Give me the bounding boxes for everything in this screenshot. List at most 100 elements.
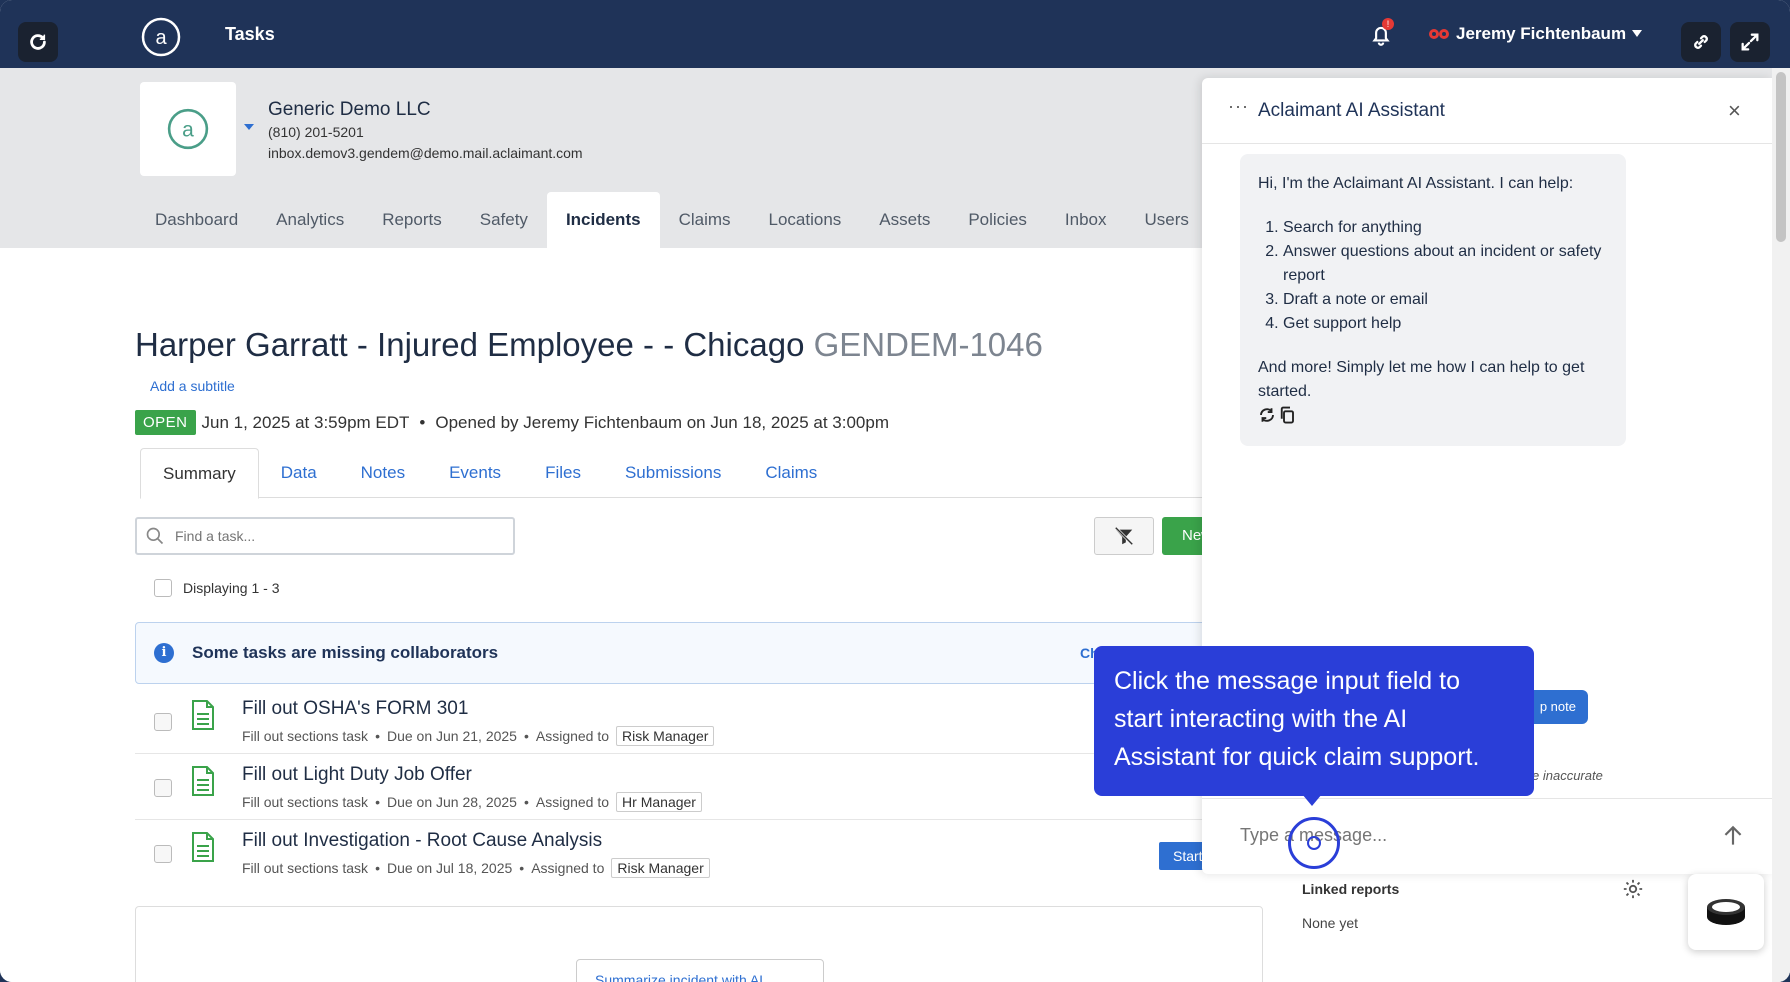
incident-opened-by: Opened by Jeremy Fichtenbaum on Jun 18, …	[435, 412, 889, 432]
tab-events[interactable]: Events	[427, 448, 523, 497]
nav-tab-assets[interactable]: Assets	[860, 192, 949, 248]
tab-files[interactable]: Files	[523, 448, 603, 497]
alert-text: Some tasks are missing collaborators	[192, 643, 499, 662]
refresh-button[interactable]	[18, 22, 58, 62]
document-icon	[192, 700, 214, 730]
task-checkbox[interactable]	[154, 779, 172, 797]
app-frame: a Tasks ! Jeremy Fichtenbaum a Generic D…	[0, 0, 1790, 982]
panel-header: ··· Aclaimant AI Assistant ×	[1202, 78, 1772, 144]
linked-reports-label: Linked reports	[1302, 881, 1400, 897]
select-all-checkbox[interactable]	[154, 579, 172, 597]
incident-code: GENDEM-1046	[813, 326, 1043, 363]
task-row[interactable]: Fill out OSHA's FORM 301 Fill out sectio…	[135, 688, 1225, 754]
task-type: Fill out sections task	[242, 860, 369, 876]
separator: •	[523, 728, 529, 744]
chevron-down-icon	[1632, 30, 1643, 37]
tab-summary[interactable]: Summary	[140, 448, 259, 499]
nav-tab-policies[interactable]: Policies	[949, 192, 1046, 248]
company-name: Generic Demo LLC	[268, 99, 431, 120]
message-composer	[1202, 798, 1772, 874]
incident-title: Harper Garratt - Injured Employee - - Ch…	[135, 326, 1043, 364]
nav-tab-inbox[interactable]: Inbox	[1046, 192, 1126, 248]
separator: •	[519, 860, 525, 876]
task-checkbox[interactable]	[154, 713, 172, 731]
assistant-greeting: Hi, I'm the Aclaimant AI Assistant. I ca…	[1258, 175, 1574, 192]
tooltip-tail	[1302, 794, 1322, 806]
task-title[interactable]: Fill out OSHA's FORM 301	[242, 698, 468, 720]
capability-item: Draft a note or email	[1283, 288, 1608, 312]
task-assigned-label: Assigned to	[535, 794, 610, 810]
task-assigned-label: Assigned to	[531, 860, 605, 876]
hockey-puck-icon	[1707, 899, 1745, 925]
incident-title-text: Harper Garratt - Injured Employee - - Ch…	[135, 326, 805, 363]
app-title: Tasks	[225, 24, 275, 44]
incident-subtabs: Summary Data Notes Events Files Submissi…	[140, 448, 1202, 499]
company-logo: a	[140, 82, 236, 176]
task-assigned-label: Assigned to	[535, 728, 610, 744]
nav-tab-dashboard[interactable]: Dashboard	[136, 192, 257, 248]
nav-tab-claims[interactable]: Claims	[660, 192, 750, 248]
incident-date: Jun 1, 2025 at 3:59pm EDT	[201, 412, 410, 432]
task-title[interactable]: Fill out Investigation - Root Cause Anal…	[242, 830, 602, 852]
nav-tab-users[interactable]: Users	[1126, 192, 1208, 248]
document-icon	[192, 766, 214, 796]
tab-notes[interactable]: Notes	[339, 448, 427, 497]
task-due: Due on Jul 18, 2025	[386, 860, 513, 876]
svg-text:a: a	[155, 27, 167, 49]
more-options-icon[interactable]: ···	[1228, 96, 1249, 117]
nav-tab-incidents[interactable]: Incidents	[546, 192, 660, 248]
nav-tab-locations[interactable]: Locations	[750, 192, 861, 248]
separator: •	[375, 794, 380, 810]
user-mask-icon	[1429, 29, 1449, 39]
nav-tab-reports[interactable]: Reports	[363, 192, 461, 248]
task-search-input[interactable]	[175, 528, 475, 544]
tab-data[interactable]: Data	[259, 448, 339, 497]
capability-list: Search for anything Answer questions abo…	[1258, 216, 1608, 336]
assistant-message: Hi, I'm the Aclaimant AI Assistant. I ca…	[1240, 154, 1626, 446]
add-subtitle-link[interactable]: Add a subtitle	[150, 378, 235, 394]
nav-tab-analytics[interactable]: Analytics	[257, 192, 363, 248]
task-role-tag: Risk Manager	[611, 858, 710, 878]
close-icon[interactable]: ×	[1728, 98, 1741, 124]
ai-disclaimer: e inaccurate	[1532, 768, 1603, 783]
send-arrow-icon[interactable]	[1720, 823, 1746, 849]
tutorial-tooltip: Click the message input field to start i…	[1094, 646, 1534, 796]
regenerate-icon[interactable]	[1258, 406, 1276, 424]
gear-icon[interactable]	[1622, 878, 1644, 900]
clear-filter-button[interactable]	[1094, 517, 1154, 555]
chat-launcher-button[interactable]	[1688, 874, 1764, 950]
message-actions	[1258, 406, 1608, 424]
summary-box: Summarize incident with AI	[135, 906, 1263, 982]
task-due: Due on Jun 28, 2025	[386, 794, 517, 810]
task-meta: Fill out sections task • Due on Jun 21, …	[242, 726, 715, 746]
page-scrollbar-thumb[interactable]	[1776, 72, 1786, 242]
company-phone: (810) 201-5201	[268, 124, 364, 140]
task-row[interactable]: Fill out Investigation - Root Cause Anal…	[135, 820, 1225, 886]
task-checkbox[interactable]	[154, 845, 172, 863]
expand-button[interactable]	[1730, 22, 1770, 62]
copy-icon[interactable]	[1278, 406, 1296, 424]
refresh-icon	[30, 34, 46, 50]
capability-item: Search for anything	[1283, 216, 1608, 240]
separator: •	[375, 860, 380, 876]
aclaimant-logo-icon[interactable]: a	[140, 16, 182, 58]
linked-reports-value: None yet	[1302, 915, 1359, 931]
click-indicator-dot	[1307, 836, 1321, 850]
displaying-count: Displaying 1 - 3	[183, 580, 280, 596]
company-logo-icon: a	[167, 108, 209, 150]
svg-text:a: a	[182, 118, 194, 141]
task-row[interactable]: Fill out Light Duty Job Offer Fill out s…	[135, 754, 1225, 820]
company-switcher-caret-icon[interactable]	[244, 124, 254, 130]
link-button[interactable]	[1681, 22, 1721, 62]
tab-submissions[interactable]: Submissions	[603, 448, 743, 497]
tab-claims[interactable]: Claims	[743, 448, 839, 497]
task-title[interactable]: Fill out Light Duty Job Offer	[242, 764, 472, 786]
task-role-tag: Risk Manager	[616, 726, 715, 746]
user-menu[interactable]: Jeremy Fichtenbaum	[1428, 24, 1643, 44]
nav-tab-safety[interactable]: Safety	[461, 192, 547, 248]
summarize-with-ai-button[interactable]: Summarize incident with AI	[576, 959, 824, 982]
assistant-closing: And more! Simply let me how I can help t…	[1258, 359, 1585, 400]
summarize-label: Summarize incident with AI	[595, 972, 764, 982]
missing-collaborators-alert: i Some tasks are missing collaborators C…	[135, 622, 1225, 684]
user-name: Jeremy Fichtenbaum	[1456, 24, 1627, 43]
